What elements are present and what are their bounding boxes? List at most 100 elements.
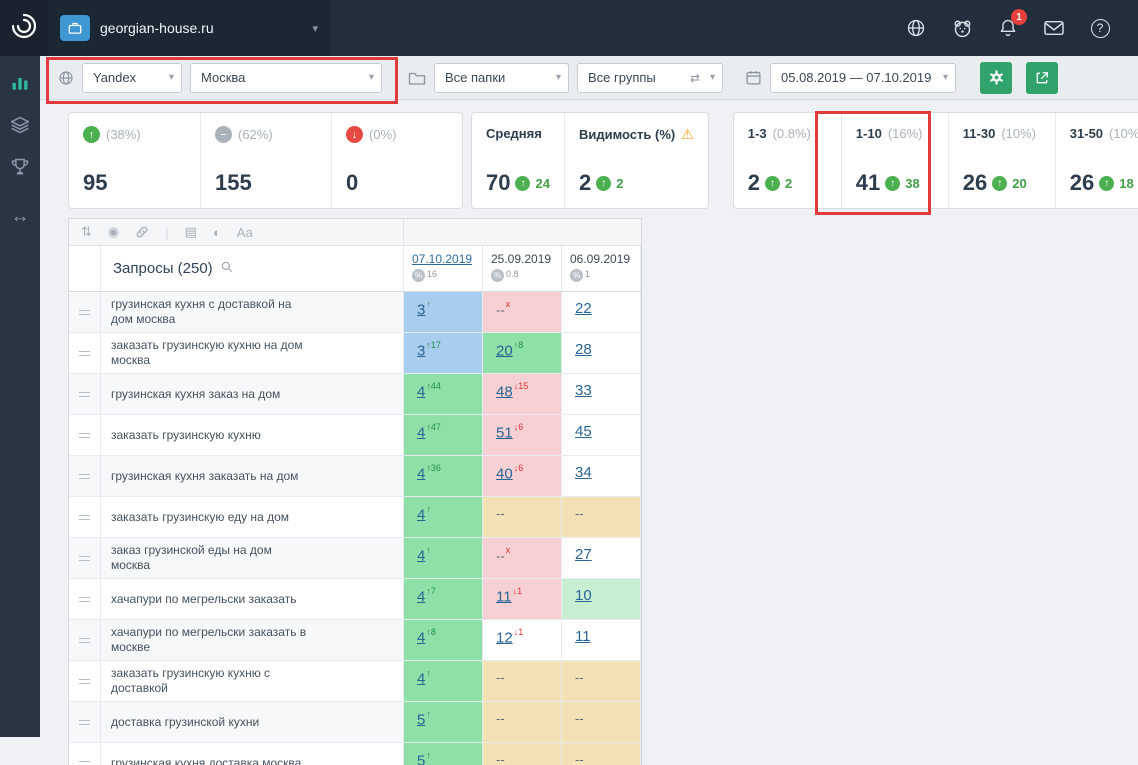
position-link[interactable]: 48: [496, 383, 513, 400]
position-link[interactable]: 34: [575, 464, 592, 481]
position-cell[interactable]: 33: [562, 374, 641, 414]
position-cell[interactable]: --: [562, 497, 641, 537]
settings-button[interactable]: [980, 61, 1012, 94]
position-link[interactable]: 4: [417, 424, 425, 441]
position-link[interactable]: 3: [417, 342, 425, 359]
position-link[interactable]: 4: [417, 465, 425, 482]
position-cell[interactable]: --: [483, 497, 562, 537]
date-link[interactable]: 07.10.2019: [412, 252, 472, 266]
sidebar-item-competitors[interactable]: [8, 156, 32, 178]
position-link[interactable]: 4: [417, 588, 425, 605]
sidebar-item-positions[interactable]: [8, 72, 32, 94]
drag-handle[interactable]: [69, 743, 101, 765]
search-icon[interactable]: [220, 260, 234, 278]
target-icon[interactable]: ◉: [108, 224, 119, 240]
position-cell[interactable]: 5↑: [404, 702, 483, 742]
drag-handle[interactable]: [69, 292, 101, 332]
position-cell[interactable]: 10: [562, 579, 641, 619]
position-link[interactable]: 4: [417, 670, 425, 687]
stat-bucket-31-50[interactable]: 31-50 (10%) 26↑18: [1054, 113, 1138, 208]
position-cell[interactable]: 4↑8: [404, 620, 483, 660]
link-icon[interactable]: [135, 225, 149, 239]
contrast-icon[interactable]: ◐: [213, 225, 221, 240]
position-cell[interactable]: --x: [483, 292, 562, 332]
position-link[interactable]: 27: [575, 546, 592, 563]
swap-icon[interactable]: ⇄: [690, 71, 700, 85]
topvisor-logo[interactable]: [0, 0, 48, 56]
bear-icon[interactable]: [950, 16, 974, 40]
drag-handle[interactable]: [69, 374, 101, 414]
drag-handle[interactable]: [69, 497, 101, 537]
globe-icon[interactable]: [904, 16, 928, 40]
drag-handle[interactable]: [69, 620, 101, 660]
sidebar-item-compare[interactable]: ↔: [8, 206, 32, 228]
position-link[interactable]: 4: [417, 547, 425, 564]
date-link[interactable]: 25.09.2019: [491, 252, 551, 266]
font-icon[interactable]: Aa: [237, 225, 253, 240]
position-link[interactable]: 11: [496, 588, 512, 605]
position-cell[interactable]: --x: [483, 538, 562, 578]
position-cell[interactable]: 45: [562, 415, 641, 455]
position-link[interactable]: 45: [575, 423, 592, 440]
position-cell[interactable]: 34: [562, 456, 641, 496]
position-link[interactable]: 4: [417, 629, 425, 646]
position-cell[interactable]: 3↑: [404, 292, 483, 332]
position-link[interactable]: 28: [575, 341, 592, 358]
position-cell[interactable]: --: [483, 702, 562, 742]
position-cell[interactable]: 4↑: [404, 661, 483, 701]
position-cell[interactable]: 27: [562, 538, 641, 578]
position-link[interactable]: 11: [575, 628, 591, 645]
position-cell[interactable]: 3↑17: [404, 333, 483, 373]
position-cell[interactable]: 4↑: [404, 497, 483, 537]
position-cell[interactable]: 22: [562, 292, 641, 332]
notifications-bell-icon[interactable]: 1: [996, 9, 1027, 40]
export-button[interactable]: [1026, 61, 1058, 94]
position-cell[interactable]: --: [562, 702, 641, 742]
drag-handle[interactable]: [69, 333, 101, 373]
position-link[interactable]: 5: [417, 711, 425, 728]
folders-select[interactable]: Все папки ▾: [434, 62, 569, 93]
position-link[interactable]: 4: [417, 383, 425, 400]
briefcase-icon[interactable]: [60, 15, 90, 41]
position-cell[interactable]: 4↑47: [404, 415, 483, 455]
position-link[interactable]: 10: [575, 587, 592, 604]
position-cell[interactable]: 4↑7: [404, 579, 483, 619]
stat-bucket-1-3[interactable]: 1-3 (0.8%) 2 ↑ 2: [734, 113, 841, 208]
position-cell[interactable]: 4↑36: [404, 456, 483, 496]
search-engine-select[interactable]: Yandex ▾: [82, 62, 182, 93]
position-cell[interactable]: --: [483, 743, 562, 765]
drag-handle[interactable]: [69, 538, 101, 578]
snippets-icon[interactable]: ▤: [185, 224, 197, 240]
project-selector[interactable]: georgian-house.ru ▾: [48, 0, 330, 56]
position-cell[interactable]: 28: [562, 333, 641, 373]
position-link[interactable]: 12: [496, 629, 513, 646]
date-link[interactable]: 06.09.2019: [570, 252, 630, 266]
stat-bucket-1-10[interactable]: 1-10 (16%) 41 ↑ 38: [840, 113, 948, 208]
drag-handle[interactable]: [69, 579, 101, 619]
position-link[interactable]: 3: [417, 301, 425, 318]
drag-handle[interactable]: [69, 456, 101, 496]
position-cell[interactable]: 51↓6: [483, 415, 562, 455]
drag-handle[interactable]: [69, 661, 101, 701]
drag-handle[interactable]: [69, 415, 101, 455]
sort-icon[interactable]: ⇅: [81, 224, 92, 240]
position-cell[interactable]: 4↑: [404, 538, 483, 578]
position-cell[interactable]: --: [483, 661, 562, 701]
position-cell[interactable]: 11: [562, 620, 641, 660]
position-cell[interactable]: --: [562, 661, 641, 701]
position-link[interactable]: 33: [575, 382, 592, 399]
position-cell[interactable]: 40↓6: [483, 456, 562, 496]
position-cell[interactable]: 48↓15: [483, 374, 562, 414]
position-link[interactable]: 51: [496, 424, 513, 441]
position-link[interactable]: 5: [417, 752, 425, 765]
drag-handle[interactable]: [69, 702, 101, 742]
region-select[interactable]: Москва ▾: [190, 62, 382, 93]
position-link[interactable]: 40: [496, 465, 513, 482]
position-cell[interactable]: 20↑8: [483, 333, 562, 373]
help-icon[interactable]: ?: [1088, 16, 1112, 40]
stat-bucket-11-30[interactable]: 11-30 (10%) 26 ↑ 20: [947, 113, 1055, 208]
position-link[interactable]: 4: [417, 506, 425, 523]
groups-select[interactable]: Все группы ⇄ ▾: [577, 62, 723, 93]
position-link[interactable]: 20: [496, 342, 513, 359]
position-cell[interactable]: --: [562, 743, 641, 765]
